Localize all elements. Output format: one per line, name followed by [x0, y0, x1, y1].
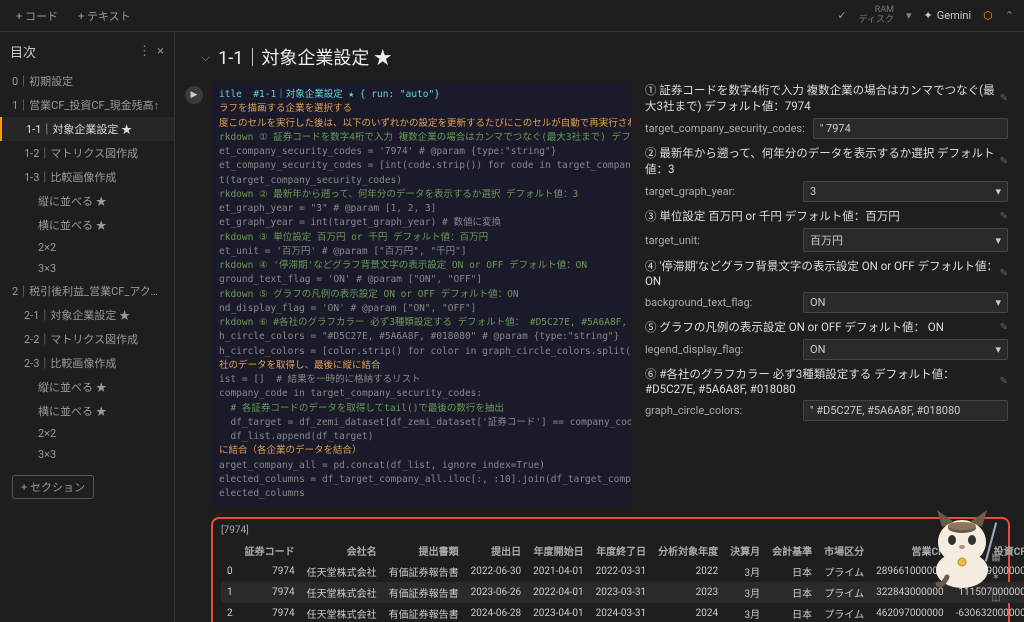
output-table: 証券コード会社名提出書類提出日年度開始日年度終了日分析対象年度決算月会計基準市場… — [221, 540, 1024, 622]
form-label: ③ 単位設定 百万円 or 千円 デフォルト値：百万円✎ — [645, 208, 1008, 224]
edit-icon[interactable]: ✎ — [1000, 156, 1008, 167]
edit-icon[interactable]: ✎ — [1000, 93, 1008, 104]
toc-item[interactable]: 1-1｜対象企業設定 ★ — [0, 117, 174, 141]
toc-item[interactable]: 2×2 — [0, 237, 174, 258]
column-header: 会計基準 — [766, 540, 818, 561]
collapse-icon[interactable]: ⌃ — [1005, 9, 1014, 22]
text-input[interactable]: " #D5C27E, #5A6A8F, #018080 — [803, 400, 1008, 421]
toc-item[interactable]: 1-3｜比較画像作成 — [0, 165, 174, 189]
gemini-button[interactable]: ✦ Gemini — [924, 9, 972, 22]
toc-item[interactable]: 縦に並べる ★ — [0, 189, 174, 213]
chevron-down-icon: ▾ — [995, 185, 1001, 198]
filter-icon[interactable]: ▦ — [988, 549, 1004, 565]
form-label: ② 最新年から遡って、何年分のデータを表示するか選択 デフォルト値：3✎ — [645, 145, 1008, 177]
form-label: ① 証券コードを数字4桁で入力 複数企業の場合はカンマでつなぐ(最大3社まで) … — [645, 82, 1008, 114]
column-header: 年度開始日 — [527, 540, 590, 561]
toc-item[interactable]: 3×3 — [0, 258, 174, 279]
column-header: 提出書類 — [383, 540, 465, 561]
cell-output: [7974] ▦ ✶ ◫ 証券コード会社名提出書類提出日年度開始日年度終了日分析… — [211, 517, 1010, 622]
column-header: 提出日 — [465, 540, 528, 561]
column-header: 市場区分 — [818, 540, 870, 561]
toc-close-icon[interactable]: × — [157, 44, 164, 59]
table-row: 17974任天堂株式会社有価証券報告書2023-06-262022-04-012… — [221, 582, 1024, 603]
text-input[interactable]: " 7974 — [813, 118, 1008, 139]
toc-item[interactable]: 2｜税引後利益_営業CF_アクルーアル ↓ — [0, 279, 174, 303]
form-panel: ① 証券コードを数字4桁で入力 複数企業の場合はカンマでつなぐ(最大3社まで) … — [639, 82, 1014, 507]
column-header: 投資CF — [950, 540, 1024, 561]
toc-settings-icon[interactable]: ⋮ — [138, 44, 151, 59]
toc-item[interactable]: 横に並べる ★ — [0, 213, 174, 237]
chevron-down-icon: ▾ — [995, 343, 1001, 356]
param-name: graph_circle_colors: — [645, 404, 795, 417]
param-name: target_graph_year: — [645, 185, 795, 198]
edit-icon[interactable]: ✎ — [1000, 322, 1008, 333]
add-text-button[interactable]: + テキスト — [72, 6, 137, 26]
section-heading: 1-1｜対象企業設定 ★ — [218, 44, 392, 70]
toc-item[interactable]: 2-2｜マトリクス図作成 — [0, 327, 174, 351]
form-label: ⑤ グラフの凡例の表示設定 ON or OFF デフォルト値： ON✎ — [645, 319, 1008, 335]
check-icon: ✓ — [837, 9, 846, 22]
toc-item[interactable]: 0｜初期設定 — [0, 69, 174, 93]
toc-sidebar: 目次 ⋮ × 0｜初期設定1｜営業CF_投資CF_現金残高↑1-1｜対象企業設定… — [0, 32, 175, 622]
toc-item[interactable]: 横に並べる ★ — [0, 399, 174, 423]
main-area: ⌵ 1-1｜対象企業設定 ★ ▶ itle #1-1｜対象企業設定 ★ { ru… — [175, 32, 1024, 622]
sparkle-icon: ✦ — [924, 9, 933, 22]
toc-item[interactable]: 2-3｜比較画像作成 — [0, 351, 174, 375]
edit-icon[interactable]: ✎ — [1000, 211, 1008, 222]
code-editor[interactable]: itle #1-1｜対象企業設定 ★ { run: "auto"}ラフを描画する… — [211, 82, 631, 507]
select-input[interactable]: 百万円▾ — [803, 228, 1008, 252]
chart-icon[interactable]: ◫ — [988, 589, 1004, 605]
toc-item[interactable]: 3×3 — [0, 444, 174, 465]
run-cell-button[interactable]: ▶ — [185, 86, 203, 104]
chevron-down-icon: ▾ — [995, 234, 1001, 247]
toc-item[interactable]: 2-1｜対象企業設定 ★ — [0, 303, 174, 327]
column-header: 年度終了日 — [590, 540, 653, 561]
colab-logo-icon[interactable]: ⬡ — [983, 9, 993, 22]
output-header: [7974] — [221, 525, 1000, 536]
add-section-button[interactable]: + セクション — [12, 475, 94, 499]
toc-title: 目次 — [10, 42, 36, 61]
toc-item[interactable]: 2×2 — [0, 423, 174, 444]
param-name: legend_display_flag: — [645, 343, 795, 356]
column-header: 決算月 — [724, 540, 766, 561]
resource-meter[interactable]: RAM ディスク — [859, 6, 894, 26]
toc-item[interactable]: 1-2｜マトリクス図作成 — [0, 141, 174, 165]
column-header: 分析対象年度 — [652, 540, 724, 561]
toc-list: 0｜初期設定1｜営業CF_投資CF_現金残高↑1-1｜対象企業設定 ★1-2｜マ… — [0, 69, 174, 465]
form-label: ⑥ #各社のグラフカラー 必ず3種類設定する デフォルト値： #D5C27E, … — [645, 366, 1008, 396]
edit-icon[interactable]: ✎ — [1000, 268, 1008, 279]
param-name: target_company_security_codes: — [645, 122, 805, 135]
collapse-section-icon[interactable]: ⌵ — [201, 50, 210, 65]
code-cell: ▶ itle #1-1｜対象企業設定 ★ { run: "auto"}ラフを描画… — [175, 82, 1024, 513]
add-code-button[interactable]: + コード — [10, 6, 64, 26]
param-name: background_text_flag: — [645, 296, 795, 309]
form-label: ④ '停滞期'などグラフ背景文字の表示設定 ON or OFF デフォルト値： … — [645, 258, 1008, 288]
column-header — [221, 540, 239, 561]
select-input[interactable]: ON▾ — [803, 292, 1008, 313]
column-header: 会社名 — [301, 540, 383, 561]
column-header: 証券コード — [239, 540, 301, 561]
chevron-down-icon: ▾ — [995, 296, 1001, 309]
dropdown-icon[interactable]: ▾ — [906, 9, 912, 22]
table-row: 27974任天堂株式会社有価証券報告書2024-06-282023-04-012… — [221, 603, 1024, 622]
param-name: target_unit: — [645, 234, 795, 247]
toc-item[interactable]: 1｜営業CF_投資CF_現金残高↑ — [0, 93, 174, 117]
toc-item[interactable]: 縦に並べる ★ — [0, 375, 174, 399]
table-row: 07974任天堂株式会社有価証券報告書2022-06-302021-04-012… — [221, 561, 1024, 582]
select-input[interactable]: ON▾ — [803, 339, 1008, 360]
column-header: 営業CF — [870, 540, 949, 561]
select-input[interactable]: 3▾ — [803, 181, 1008, 202]
edit-icon[interactable]: ✎ — [1000, 376, 1008, 387]
topbar: + コード + テキスト ✓ RAM ディスク ▾ ✦ Gemini ⬡ ⌃ — [0, 0, 1024, 32]
wand-icon[interactable]: ✶ — [988, 569, 1004, 585]
